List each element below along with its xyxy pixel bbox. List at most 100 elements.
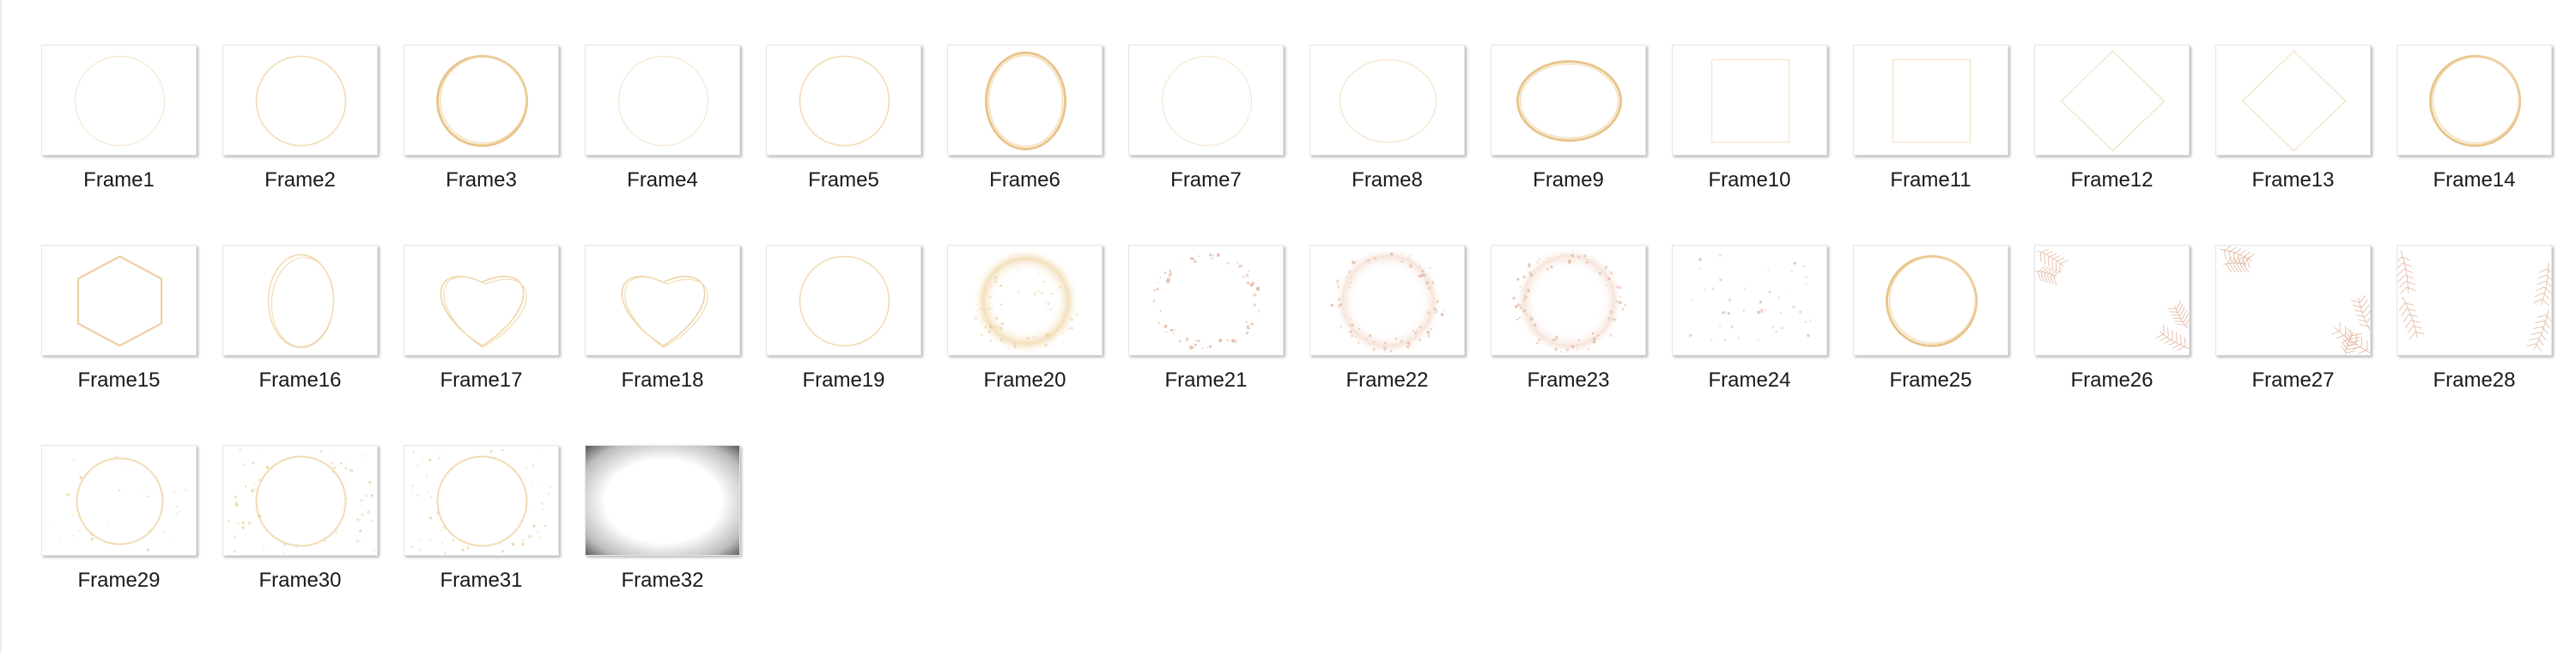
file-item[interactable]: Frame12: [2034, 45, 2190, 245]
file-item[interactable]: Frame10: [1672, 45, 1827, 245]
file-item[interactable]: Frame31: [404, 445, 559, 645]
file-thumbnail[interactable]: [2215, 245, 2371, 356]
file-thumbnail[interactable]: [222, 245, 378, 356]
file-thumbnail[interactable]: [1491, 45, 1646, 155]
file-item[interactable]: Frame14: [2397, 45, 2552, 245]
file-name-label[interactable]: Frame19: [749, 369, 939, 393]
file-thumbnail[interactable]: [2397, 245, 2552, 356]
file-thumbnail[interactable]: [1309, 45, 1465, 155]
file-thumbnail[interactable]: [585, 445, 740, 556]
file-name-label[interactable]: Frame8: [1292, 168, 1482, 192]
file-thumbnail[interactable]: [2034, 45, 2190, 155]
file-thumbnail[interactable]: [766, 245, 921, 356]
file-item[interactable]: Frame1: [41, 45, 197, 245]
file-name-label[interactable]: Frame21: [1111, 369, 1301, 393]
file-thumbnail[interactable]: [41, 45, 197, 155]
file-name-label[interactable]: Frame18: [568, 369, 757, 393]
file-item[interactable]: Frame24: [1672, 245, 1827, 445]
file-thumbnail[interactable]: [222, 445, 378, 556]
file-name-label[interactable]: Frame23: [1473, 369, 1663, 393]
file-thumbnail[interactable]: [1128, 245, 1284, 356]
file-name-label[interactable]: Frame10: [1655, 168, 1844, 192]
file-name-label[interactable]: Frame14: [2379, 168, 2569, 192]
file-thumbnail[interactable]: [41, 245, 197, 356]
file-item[interactable]: Frame4: [585, 45, 740, 245]
file-name-label[interactable]: Frame3: [386, 168, 576, 192]
file-name-label[interactable]: Frame16: [205, 369, 395, 393]
file-thumbnail[interactable]: [2397, 45, 2552, 155]
file-item[interactable]: Frame17: [404, 245, 559, 445]
frame-preview-image: [74, 55, 166, 147]
file-item[interactable]: Frame23: [1491, 245, 1646, 445]
file-thumbnail[interactable]: [1853, 45, 2008, 155]
file-item[interactable]: Frame5: [766, 45, 921, 245]
file-thumbnail[interactable]: [404, 45, 559, 155]
file-item[interactable]: Frame18: [585, 245, 740, 445]
file-name-label[interactable]: Frame30: [205, 569, 395, 593]
file-item[interactable]: Frame3: [404, 45, 559, 245]
file-name-label[interactable]: Frame1: [24, 168, 214, 192]
file-name-label[interactable]: Frame12: [2017, 168, 2207, 192]
file-name-label[interactable]: Frame27: [2198, 369, 2388, 393]
file-item[interactable]: Frame32: [585, 445, 740, 645]
file-thumbnail[interactable]: [2215, 45, 2371, 155]
file-name-label[interactable]: Frame7: [1111, 168, 1301, 192]
file-name-label[interactable]: Frame20: [930, 369, 1120, 393]
file-thumbnail[interactable]: [1672, 245, 1827, 356]
file-thumbnail[interactable]: [585, 245, 740, 356]
file-name-label[interactable]: Frame9: [1473, 168, 1663, 192]
file-name-label[interactable]: Frame11: [1836, 168, 2026, 192]
file-item[interactable]: Frame7: [1128, 45, 1284, 245]
file-item[interactable]: Frame25: [1853, 245, 2008, 445]
file-name-label[interactable]: Frame17: [386, 369, 576, 393]
file-item[interactable]: Frame22: [1309, 245, 1465, 445]
file-thumbnail[interactable]: [1309, 245, 1465, 356]
file-thumbnail[interactable]: [404, 445, 559, 556]
file-item[interactable]: Frame28: [2397, 245, 2552, 445]
file-name-label[interactable]: Frame32: [568, 569, 757, 593]
file-name-label[interactable]: Frame28: [2379, 369, 2569, 393]
file-item[interactable]: Frame26: [2034, 245, 2190, 445]
file-item[interactable]: Frame6: [947, 45, 1103, 245]
file-name-label[interactable]: Frame6: [930, 168, 1120, 192]
file-item[interactable]: Frame11: [1853, 45, 2008, 245]
file-thumbnail[interactable]: [41, 445, 197, 556]
file-name-label[interactable]: Frame4: [568, 168, 757, 192]
file-item[interactable]: Frame20: [947, 245, 1103, 445]
file-item[interactable]: Frame27: [2215, 245, 2371, 445]
file-thumbnail[interactable]: [585, 45, 740, 155]
file-thumbnail[interactable]: [2034, 245, 2190, 356]
file-name-label[interactable]: Frame26: [2017, 369, 2207, 393]
file-thumbnail[interactable]: [1491, 245, 1646, 356]
file-thumbnail[interactable]: [1672, 45, 1827, 155]
file-name-label[interactable]: Frame29: [24, 569, 214, 593]
file-item[interactable]: Frame16: [222, 245, 378, 445]
file-thumbnail[interactable]: [947, 245, 1103, 356]
file-thumbnail[interactable]: [1853, 245, 2008, 356]
file-item[interactable]: Frame2: [222, 45, 378, 245]
file-thumbnail[interactable]: [947, 45, 1103, 155]
file-name-label[interactable]: Frame13: [2198, 168, 2388, 192]
file-name-label[interactable]: Frame15: [24, 369, 214, 393]
file-item[interactable]: Frame15: [41, 245, 197, 445]
file-name-label[interactable]: Frame25: [1836, 369, 2026, 393]
frame-preview-image: [436, 55, 528, 147]
file-item[interactable]: Frame8: [1309, 45, 1465, 245]
file-item[interactable]: Frame29: [41, 445, 197, 645]
file-name-label[interactable]: Frame5: [749, 168, 939, 192]
file-name-label[interactable]: Frame24: [1655, 369, 1844, 393]
file-name-label[interactable]: Frame2: [205, 168, 395, 192]
file-thumbnail[interactable]: [1128, 45, 1284, 155]
file-item[interactable]: Frame30: [222, 445, 378, 645]
frame-preview-image: [1330, 247, 1445, 355]
file-item[interactable]: Frame9: [1491, 45, 1646, 245]
file-item[interactable]: Frame19: [766, 245, 921, 445]
file-item[interactable]: Frame21: [1128, 245, 1284, 445]
file-thumbnail[interactable]: [404, 245, 559, 356]
file-name-label[interactable]: Frame31: [386, 569, 576, 593]
file-thumbnail[interactable]: [766, 45, 921, 155]
frame-preview-image: [1688, 254, 1812, 342]
file-thumbnail[interactable]: [222, 45, 378, 155]
file-name-label[interactable]: Frame22: [1292, 369, 1482, 393]
file-item[interactable]: Frame13: [2215, 45, 2371, 245]
